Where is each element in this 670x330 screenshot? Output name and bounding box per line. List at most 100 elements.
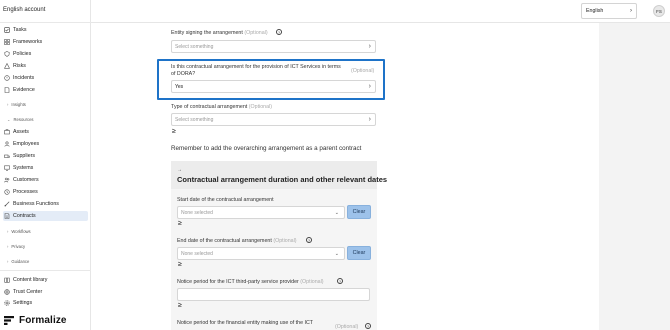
sidebar-item-tasks[interactable]: Tasks: [3, 25, 88, 35]
help-icon[interactable]: ?: [306, 237, 312, 243]
sidebar-item-label: Employees: [13, 141, 40, 147]
end-date-clear-button[interactable]: Clear: [347, 246, 371, 260]
sidebar-item-label: Systems: [13, 165, 34, 171]
arrow-right-icon: →: [177, 167, 182, 173]
contracts-icon: [3, 213, 10, 220]
sidebar: English account Tasks Frameworks Policie…: [0, 0, 91, 330]
sidebar-item-policies[interactable]: Policies: [3, 49, 88, 59]
start-date-clear-button[interactable]: Clear: [347, 205, 371, 219]
sidebar-divider: [0, 270, 91, 271]
sidebar-item-customers[interactable]: Customers: [3, 175, 88, 185]
start-date-select[interactable]: None selected ⌄: [177, 206, 345, 219]
sidebar-group-privacy[interactable]: › Privacy: [7, 244, 25, 249]
suppliers-icon: [3, 153, 10, 160]
help-icon[interactable]: ?: [276, 29, 282, 35]
formalize-logo[interactable]: Formalize: [4, 315, 67, 326]
notice-ict-label: Notice period for the ICT third-party se…: [177, 279, 324, 285]
sidebar-item-label: Business Functions: [13, 201, 59, 207]
tasks-icon: [3, 27, 10, 34]
sidebar-item-frameworks[interactable]: Frameworks: [3, 37, 88, 47]
avatar[interactable]: FS: [653, 5, 665, 17]
sidebar-group-workflows[interactable]: › Workflows: [7, 229, 31, 234]
sidebar-item-trust-center[interactable]: Trust Center: [3, 287, 88, 297]
dora-label-continued: of DORA?: [171, 71, 196, 77]
sidebar-group-resources[interactable]: ⌄ Resources: [7, 117, 34, 122]
sidebar-item-label: Content library: [13, 277, 48, 283]
chevron-right-icon: ›: [7, 244, 9, 249]
sidebar-item-label: Frameworks: [13, 39, 43, 45]
gear-icon: [3, 300, 10, 307]
resize-handle-icon: ≥: [178, 302, 182, 309]
policies-icon: [3, 51, 10, 58]
resize-handle-icon: ≥: [172, 128, 176, 135]
sidebar-item-label: Trust Center: [13, 289, 43, 295]
content-library-icon: [3, 277, 10, 284]
assets-icon: [3, 129, 10, 136]
language-value: English: [586, 8, 604, 14]
chevron-right-icon: ›: [368, 43, 371, 50]
sidebar-item-label: Settings: [13, 300, 33, 306]
sidebar-item-processes[interactable]: Processes: [3, 187, 88, 197]
start-date-label: Start date of the contractual arrangemen…: [177, 197, 274, 203]
sidebar-item-contracts[interactable]: Contracts: [3, 211, 88, 221]
chevron-right-icon: ›: [7, 229, 9, 234]
chevron-down-icon: ⌄: [334, 251, 339, 257]
chevron-down-icon: ⌄: [334, 210, 339, 216]
chevron-right-icon: ›: [368, 116, 371, 123]
sidebar-item-suppliers[interactable]: Suppliers: [3, 151, 88, 161]
sidebar-item-employees[interactable]: Employees: [3, 139, 88, 149]
right-pane: [599, 23, 670, 330]
chevron-right-icon: ›: [7, 102, 9, 107]
parent-contract-reminder: Remember to add the overarching arrangem…: [171, 145, 362, 152]
end-date-select[interactable]: None selected ⌄: [177, 247, 345, 260]
sidebar-item-label: Processes: [13, 189, 38, 195]
sidebar-divider: [0, 22, 91, 23]
sidebar-item-label: Assets: [13, 129, 29, 135]
account-name[interactable]: English account: [3, 7, 45, 13]
sidebar-item-label: Incidents: [13, 75, 35, 81]
notice-financial-label: Notice period for the financial entity m…: [177, 320, 314, 326]
dates-section-title: Contractual arrangement duration and oth…: [177, 175, 388, 184]
entity-signing-select[interactable]: Select something ›: [171, 40, 376, 53]
sidebar-item-label: Contracts: [13, 213, 36, 219]
chevron-right-icon: ›: [7, 259, 9, 264]
sidebar-item-settings[interactable]: Settings: [3, 298, 88, 308]
contract-type-label: Type of contractual arrangement (Optiona…: [171, 104, 273, 110]
sidebar-item-label: Suppliers: [13, 153, 36, 159]
employees-icon: [3, 141, 10, 148]
dora-label: Is this contractual arrangement for the …: [171, 64, 341, 70]
help-icon[interactable]: ?: [337, 278, 343, 284]
trust-center-icon: [3, 289, 10, 296]
help-icon[interactable]: ?: [365, 323, 371, 329]
sidebar-group-guidance[interactable]: › Guidance: [7, 259, 29, 264]
dora-select[interactable]: Yes ›: [171, 80, 376, 93]
chevron-right-icon: ›: [368, 83, 371, 90]
sidebar-item-label: Tasks: [13, 27, 27, 33]
sidebar-item-risks[interactable]: Risks: [3, 61, 88, 71]
incidents-icon: [3, 75, 10, 82]
sidebar-group-insights[interactable]: › Insights: [7, 102, 26, 107]
sidebar-item-incidents[interactable]: Incidents: [3, 73, 88, 83]
risks-icon: [3, 63, 10, 70]
frameworks-icon: [3, 39, 10, 46]
sidebar-item-evidence[interactable]: Evidence: [3, 85, 88, 95]
sidebar-item-label: Evidence: [13, 87, 35, 93]
chevron-down-icon: ⌄: [7, 117, 11, 122]
language-select[interactable]: English ›: [581, 3, 637, 19]
evidence-icon: [3, 87, 10, 94]
systems-icon: [3, 165, 10, 172]
contract-type-select[interactable]: Select something ›: [171, 113, 376, 126]
sidebar-item-business-functions[interactable]: Business Functions: [3, 199, 88, 209]
formalize-logo-mark: [4, 316, 14, 325]
resize-handle-icon: ≥: [178, 261, 182, 268]
processes-icon: [3, 189, 10, 196]
sidebar-item-label: Risks: [13, 63, 26, 69]
entity-signing-label: Entity signing the arrangement (Optional…: [171, 30, 268, 36]
sidebar-item-systems[interactable]: Systems: [3, 163, 88, 173]
notice-ict-input[interactable]: [177, 288, 370, 301]
sidebar-item-label: Policies: [13, 51, 32, 57]
resize-handle-icon: ≥: [178, 220, 182, 227]
sidebar-item-assets[interactable]: Assets: [3, 127, 88, 137]
sidebar-item-content-library[interactable]: Content library: [3, 275, 88, 285]
customers-icon: [3, 177, 10, 184]
